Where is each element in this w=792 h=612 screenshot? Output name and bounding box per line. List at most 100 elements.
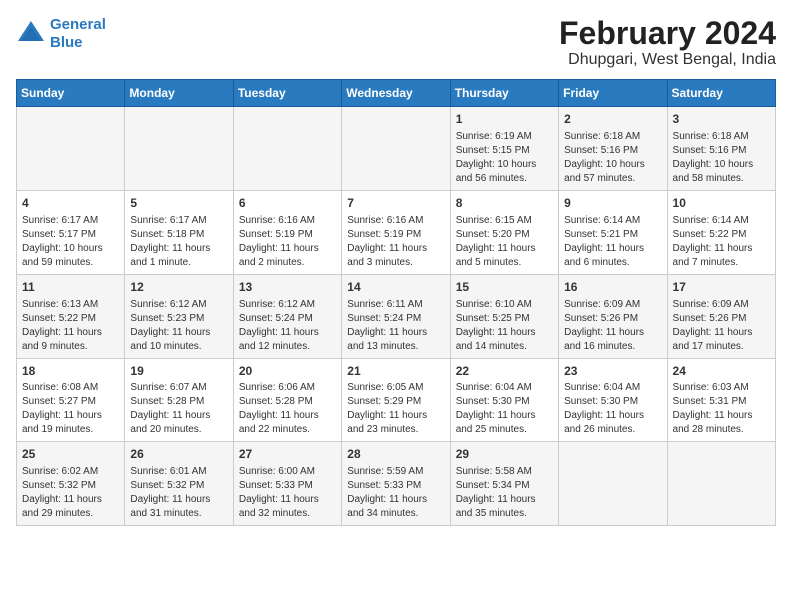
day-info: Sunrise: 6:05 AM Sunset: 5:29 PM Dayligh… bbox=[347, 381, 444, 437]
calendar-cell: 15 Sunrise: 6:10 AM Sunset: 5:25 PM Dayli… bbox=[450, 274, 558, 358]
calendar-cell: 21Sunrise: 6:05 AM Sunset: 5:29 PM Dayli… bbox=[342, 358, 450, 442]
calendar-cell: 17 Sunrise: 6:09 AM Sunset: 5:26 PM Dayli… bbox=[667, 274, 775, 358]
day-info: Sunrise: 6:09 AM Sunset: 5:26 PM Dayligh… bbox=[564, 298, 661, 354]
calendar-week-row: 11 Sunrise: 6:13 AM Sunset: 5:22 PM Dayli… bbox=[17, 274, 776, 358]
day-number: 15 bbox=[456, 279, 553, 296]
weekday-header: Monday bbox=[125, 80, 233, 107]
day-info: Sunrise: 6:08 AM Sunset: 5:27 PM Dayligh… bbox=[22, 381, 119, 437]
day-number: 17 bbox=[673, 279, 770, 296]
day-number: 8 bbox=[456, 195, 553, 212]
calendar-cell: 16Sunrise: 6:09 AM Sunset: 5:26 PM Dayli… bbox=[559, 274, 667, 358]
day-number: 19 bbox=[130, 363, 227, 380]
calendar-cell: 19Sunrise: 6:07 AM Sunset: 5:28 PM Dayli… bbox=[125, 358, 233, 442]
day-info: Sunrise: 6:13 AM Sunset: 5:22 PM Dayligh… bbox=[22, 298, 119, 354]
day-info: Sunrise: 6:07 AM Sunset: 5:28 PM Dayligh… bbox=[130, 381, 227, 437]
calendar-cell: 13Sunrise: 6:12 AM Sunset: 5:24 PM Dayli… bbox=[233, 274, 341, 358]
day-info: Sunrise: 6:06 AM Sunset: 5:28 PM Dayligh… bbox=[239, 381, 336, 437]
day-info: Sunrise: 6:01 AM Sunset: 5:32 PM Dayligh… bbox=[130, 465, 227, 521]
day-number: 7 bbox=[347, 195, 444, 212]
calendar-week-row: 1Sunrise: 6:19 AM Sunset: 5:15 PM Daylig… bbox=[17, 107, 776, 191]
calendar-cell: 23Sunrise: 6:04 AM Sunset: 5:30 PM Dayli… bbox=[559, 358, 667, 442]
day-number: 25 bbox=[22, 446, 119, 463]
day-number: 26 bbox=[130, 446, 227, 463]
day-number: 23 bbox=[564, 363, 661, 380]
day-info: Sunrise: 6:14 AM Sunset: 5:22 PM Dayligh… bbox=[673, 214, 770, 270]
day-info: Sunrise: 6:03 AM Sunset: 5:31 PM Dayligh… bbox=[673, 381, 770, 437]
calendar-cell bbox=[125, 107, 233, 191]
day-info: Sunrise: 6:04 AM Sunset: 5:30 PM Dayligh… bbox=[456, 381, 553, 437]
calendar-cell bbox=[233, 107, 341, 191]
day-number: 10 bbox=[673, 195, 770, 212]
calendar-cell bbox=[559, 442, 667, 526]
day-number: 20 bbox=[239, 363, 336, 380]
calendar-week-row: 4 Sunrise: 6:17 AM Sunset: 5:17 PM Daylig… bbox=[17, 190, 776, 274]
day-info: Sunrise: 6:14 AM Sunset: 5:21 PM Dayligh… bbox=[564, 214, 661, 270]
weekday-header-row: SundayMondayTuesdayWednesdayThursdayFrid… bbox=[17, 80, 776, 107]
calendar-cell: 18Sunrise: 6:08 AM Sunset: 5:27 PM Dayli… bbox=[17, 358, 125, 442]
calendar-cell: 2 Sunrise: 6:18 AM Sunset: 5:16 PM Daylig… bbox=[559, 107, 667, 191]
title-section: February 2024 Dhupgari, West Bengal, Ind… bbox=[559, 16, 776, 69]
weekday-header: Thursday bbox=[450, 80, 558, 107]
calendar-cell: 14 Sunrise: 6:11 AM Sunset: 5:24 PM Dayli… bbox=[342, 274, 450, 358]
day-info: Sunrise: 6:17 AM Sunset: 5:18 PM Dayligh… bbox=[130, 214, 227, 270]
day-info: Sunrise: 6:04 AM Sunset: 5:30 PM Dayligh… bbox=[564, 381, 661, 437]
day-info: Sunrise: 6:09 AM Sunset: 5:26 PM Dayligh… bbox=[673, 298, 770, 354]
weekday-header: Friday bbox=[559, 80, 667, 107]
calendar-cell: 12Sunrise: 6:12 AM Sunset: 5:23 PM Dayli… bbox=[125, 274, 233, 358]
weekday-header: Wednesday bbox=[342, 80, 450, 107]
day-number: 14 bbox=[347, 279, 444, 296]
day-number: 4 bbox=[22, 195, 119, 212]
day-info: Sunrise: 6:17 AM Sunset: 5:17 PM Dayligh… bbox=[22, 214, 119, 270]
calendar-week-row: 18Sunrise: 6:08 AM Sunset: 5:27 PM Dayli… bbox=[17, 358, 776, 442]
calendar-cell: 26 Sunrise: 6:01 AM Sunset: 5:32 PM Dayli… bbox=[125, 442, 233, 526]
calendar-cell: 5Sunrise: 6:17 AM Sunset: 5:18 PM Daylig… bbox=[125, 190, 233, 274]
weekday-header: Tuesday bbox=[233, 80, 341, 107]
calendar-cell: 8Sunrise: 6:15 AM Sunset: 5:20 PM Daylig… bbox=[450, 190, 558, 274]
weekday-header: Saturday bbox=[667, 80, 775, 107]
day-number: 29 bbox=[456, 446, 553, 463]
calendar-cell: 27 Sunrise: 6:00 AM Sunset: 5:33 PM Dayli… bbox=[233, 442, 341, 526]
page-header: General Blue February 2024 Dhupgari, Wes… bbox=[16, 16, 776, 69]
calendar-cell: 25 Sunrise: 6:02 AM Sunset: 5:32 PM Dayli… bbox=[17, 442, 125, 526]
calendar-cell: 4 Sunrise: 6:17 AM Sunset: 5:17 PM Daylig… bbox=[17, 190, 125, 274]
day-number: 3 bbox=[673, 111, 770, 128]
day-number: 9 bbox=[564, 195, 661, 212]
logo-text: General Blue bbox=[50, 16, 106, 52]
calendar-cell: 11 Sunrise: 6:13 AM Sunset: 5:22 PM Dayli… bbox=[17, 274, 125, 358]
calendar-cell bbox=[17, 107, 125, 191]
calendar-cell: 6 Sunrise: 6:16 AM Sunset: 5:19 PM Daylig… bbox=[233, 190, 341, 274]
logo: General Blue bbox=[16, 16, 106, 52]
calendar-cell: 9 Sunrise: 6:14 AM Sunset: 5:21 PM Daylig… bbox=[559, 190, 667, 274]
day-info: Sunrise: 5:58 AM Sunset: 5:34 PM Dayligh… bbox=[456, 465, 553, 521]
day-info: Sunrise: 6:10 AM Sunset: 5:25 PM Dayligh… bbox=[456, 298, 553, 354]
day-info: Sunrise: 5:59 AM Sunset: 5:33 PM Dayligh… bbox=[347, 465, 444, 521]
day-number: 11 bbox=[22, 279, 119, 296]
day-number: 27 bbox=[239, 446, 336, 463]
day-info: Sunrise: 6:18 AM Sunset: 5:16 PM Dayligh… bbox=[673, 130, 770, 186]
day-info: Sunrise: 6:02 AM Sunset: 5:32 PM Dayligh… bbox=[22, 465, 119, 521]
calendar-cell: 22Sunrise: 6:04 AM Sunset: 5:30 PM Dayli… bbox=[450, 358, 558, 442]
day-info: Sunrise: 6:18 AM Sunset: 5:16 PM Dayligh… bbox=[564, 130, 661, 186]
day-info: Sunrise: 6:00 AM Sunset: 5:33 PM Dayligh… bbox=[239, 465, 336, 521]
subtitle: Dhupgari, West Bengal, India bbox=[559, 51, 776, 69]
day-number: 13 bbox=[239, 279, 336, 296]
day-number: 22 bbox=[456, 363, 553, 380]
day-number: 2 bbox=[564, 111, 661, 128]
day-info: Sunrise: 6:11 AM Sunset: 5:24 PM Dayligh… bbox=[347, 298, 444, 354]
day-number: 28 bbox=[347, 446, 444, 463]
day-number: 6 bbox=[239, 195, 336, 212]
day-number: 18 bbox=[22, 363, 119, 380]
calendar-cell: 29 Sunrise: 5:58 AM Sunset: 5:34 PM Dayli… bbox=[450, 442, 558, 526]
calendar-cell: 24Sunrise: 6:03 AM Sunset: 5:31 PM Dayli… bbox=[667, 358, 775, 442]
calendar-cell: 10 Sunrise: 6:14 AM Sunset: 5:22 PM Dayli… bbox=[667, 190, 775, 274]
main-title: February 2024 bbox=[559, 16, 776, 51]
calendar-table: SundayMondayTuesdayWednesdayThursdayFrid… bbox=[16, 79, 776, 526]
day-number: 12 bbox=[130, 279, 227, 296]
weekday-header: Sunday bbox=[17, 80, 125, 107]
calendar-cell bbox=[342, 107, 450, 191]
day-info: Sunrise: 6:16 AM Sunset: 5:19 PM Dayligh… bbox=[239, 214, 336, 270]
calendar-cell: 3 Sunrise: 6:18 AM Sunset: 5:16 PM Daylig… bbox=[667, 107, 775, 191]
logo-icon bbox=[16, 19, 46, 49]
calendar-week-row: 25 Sunrise: 6:02 AM Sunset: 5:32 PM Dayli… bbox=[17, 442, 776, 526]
day-number: 24 bbox=[673, 363, 770, 380]
